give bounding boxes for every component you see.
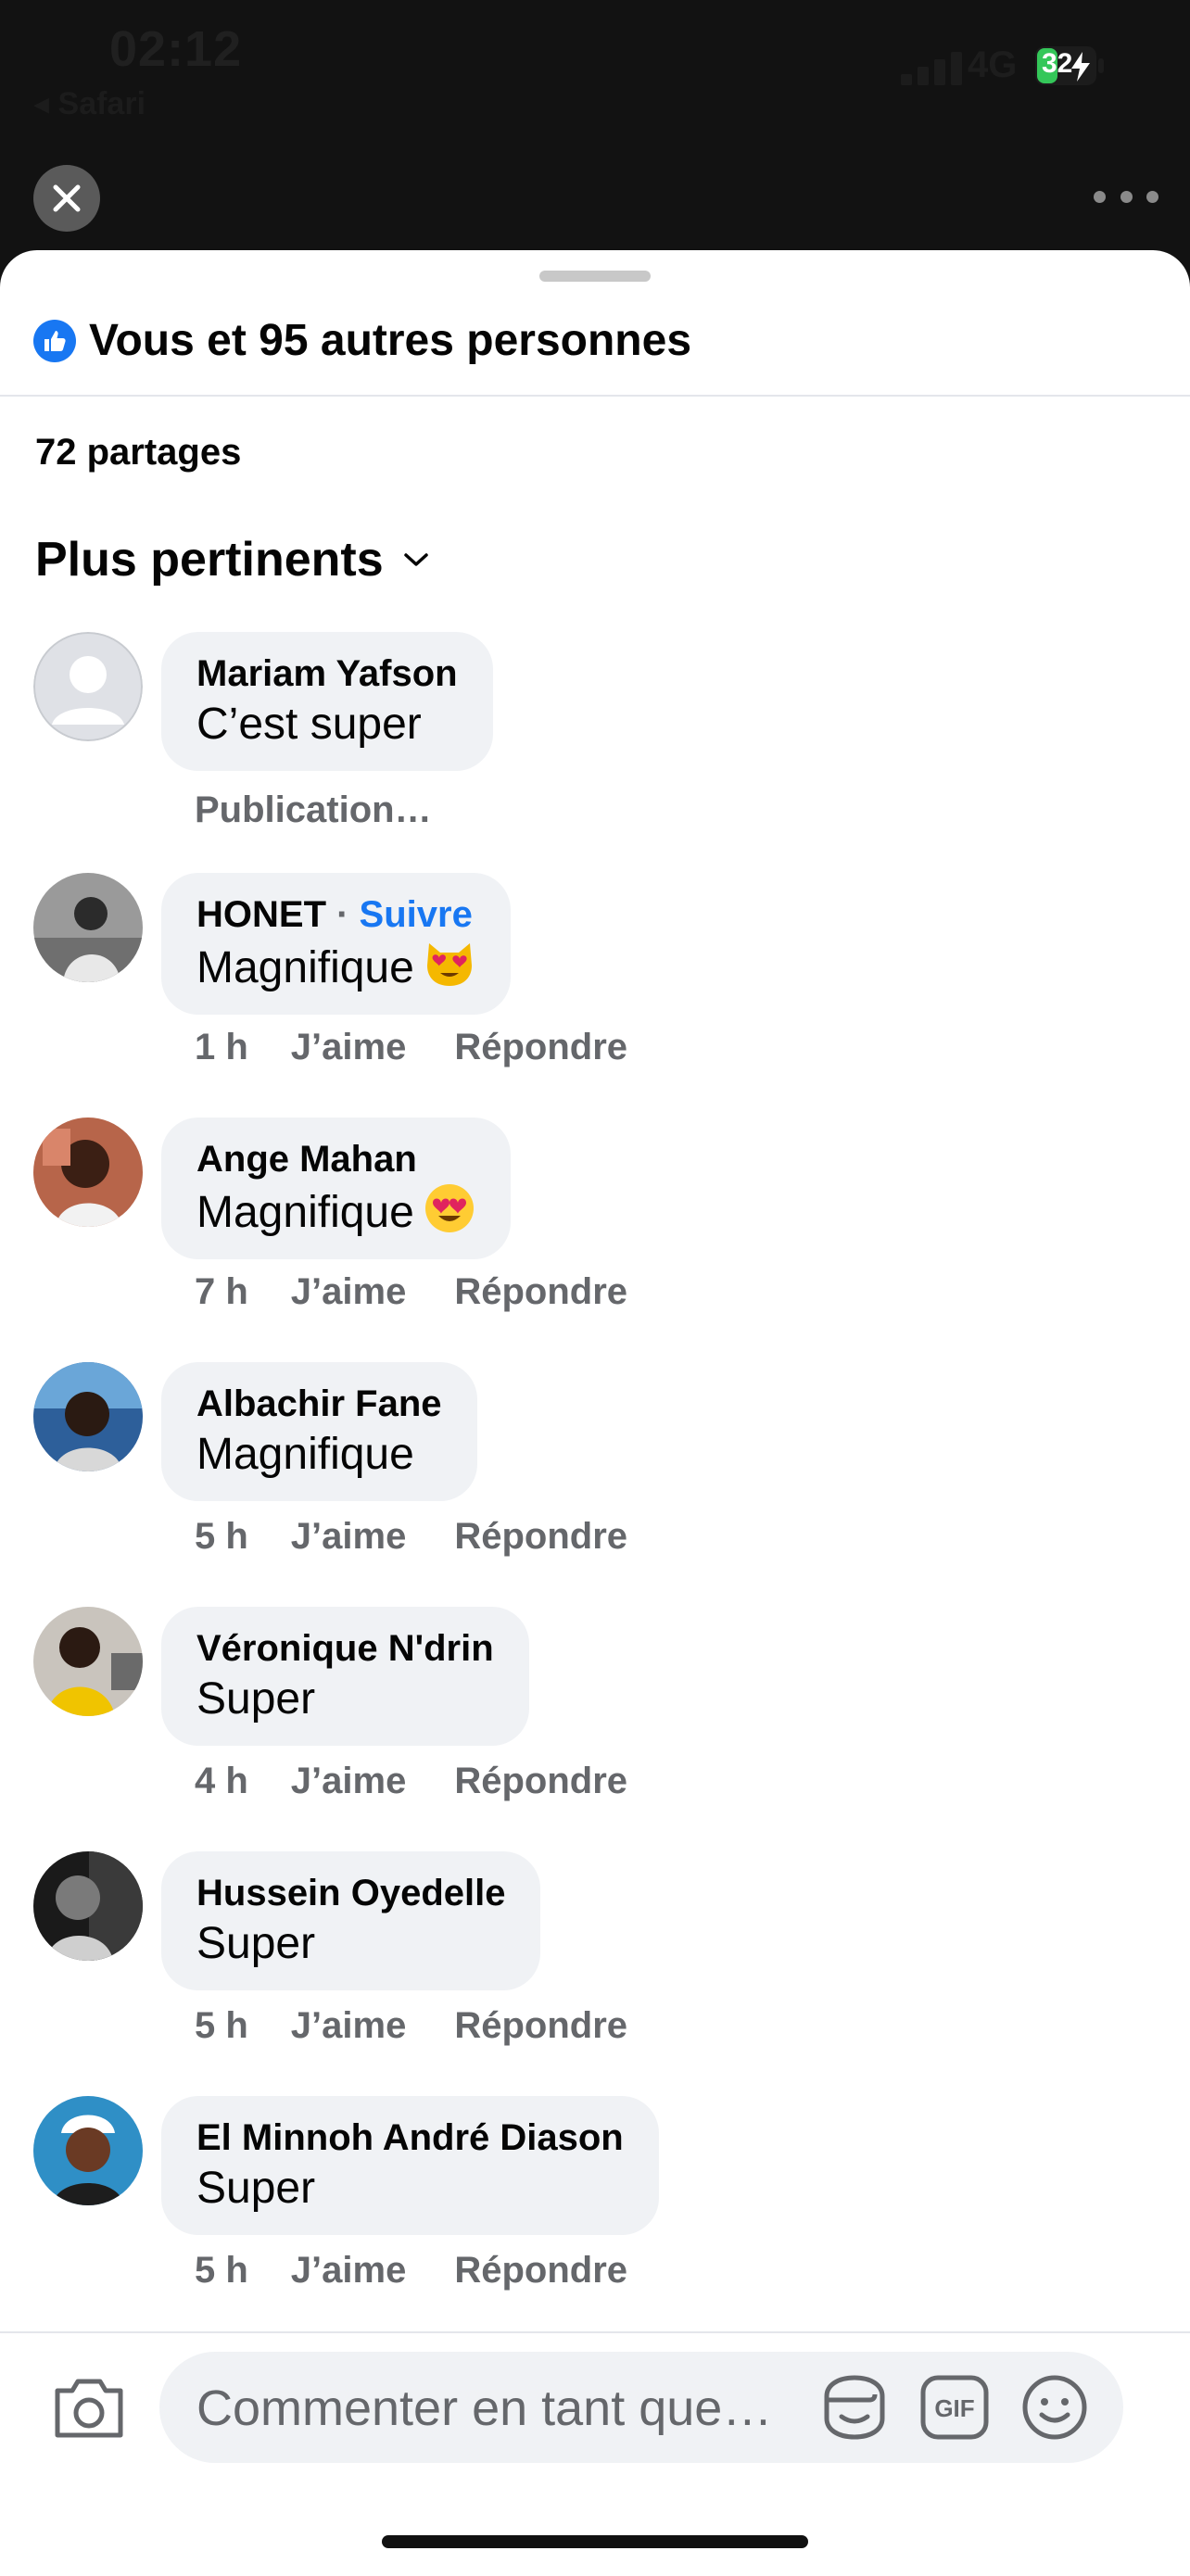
- name-separator: ·: [326, 894, 360, 935]
- reply-button[interactable]: Répondre: [454, 2005, 627, 2047]
- comment-meta: 4 h J’aime Répondre: [195, 1761, 676, 1802]
- sheet-drag-handle[interactable]: [539, 271, 651, 282]
- avatar[interactable]: [33, 1118, 143, 1227]
- comment-text: Super: [196, 2164, 316, 2213]
- reactions-count-text: Vous et 95 autres personnes: [89, 316, 692, 365]
- reply-button[interactable]: Répondre: [454, 1516, 627, 1558]
- heart-eyes-icon: [424, 1184, 474, 1232]
- battery-icon: 32: [1034, 44, 1108, 87]
- sticker-icon[interactable]: [817, 2370, 892, 2444]
- shares-count[interactable]: 72 partages: [35, 432, 241, 474]
- avatar[interactable]: [33, 2096, 143, 2205]
- emoji-icon[interactable]: [1018, 2370, 1092, 2444]
- sort-dropdown[interactable]: Plus pertinents: [35, 532, 430, 587]
- comment-meta: 1 h J’aime Répondre: [195, 1027, 676, 1068]
- comment-author[interactable]: Véronique N'drin: [196, 1625, 494, 1672]
- svg-text:GIF: GIF: [934, 2394, 974, 2422]
- status-time: 02:12: [109, 21, 243, 77]
- more-icon: [1094, 190, 1106, 203]
- comment-bubble[interactable]: Hussein Oyedelle Super: [161, 1851, 541, 1990]
- reply-button[interactable]: Répondre: [454, 2250, 627, 2292]
- comment-text: Magnifique: [196, 943, 414, 992]
- reactions-summary[interactable]: Vous et 95 autres personnes: [33, 315, 691, 366]
- like-button[interactable]: J’aime: [291, 1516, 407, 1558]
- avatar[interactable]: [33, 873, 143, 982]
- comment-author[interactable]: El Minnoh André Diason: [196, 2115, 624, 2161]
- reply-button[interactable]: Répondre: [454, 1271, 627, 1313]
- comment-author[interactable]: Albachir Fane: [196, 1381, 442, 1427]
- more-options-button[interactable]: [1094, 178, 1158, 215]
- comment-time: 4 h: [195, 1761, 248, 1801]
- comment-time: 7 h: [195, 1271, 248, 1312]
- network-type: 4G: [968, 44, 1018, 85]
- like-button[interactable]: J’aime: [291, 1271, 407, 1313]
- heart-eyes-cat-emoji-icon: [426, 943, 472, 986]
- reply-button[interactable]: Répondre: [454, 1761, 627, 1802]
- comment-text: C’est super: [196, 700, 422, 749]
- comment-author[interactable]: Ange Mahan: [196, 1136, 475, 1182]
- avatar[interactable]: [33, 1851, 143, 1961]
- camera-icon[interactable]: [52, 2372, 126, 2443]
- comment-input[interactable]: Commenter en tant que… GIF: [159, 2352, 1123, 2463]
- like-button[interactable]: J’aime: [291, 1027, 407, 1068]
- follow-link[interactable]: Suivre: [360, 894, 473, 935]
- comment-author[interactable]: Mariam Yafson: [196, 650, 458, 697]
- comment-bubble[interactable]: El Minnoh André Diason Super: [161, 2096, 659, 2235]
- status-bar: 02:12 ◂ Safari 4G 32: [0, 0, 1190, 139]
- comment-meta: 7 h J’aime Répondre: [195, 1271, 676, 1313]
- sort-label: Plus pertinents: [35, 533, 384, 587]
- like-button[interactable]: J’aime: [291, 2005, 407, 2047]
- comment-text: Super: [196, 1919, 316, 1968]
- reply-button[interactable]: Répondre: [454, 1027, 627, 1068]
- gif-icon[interactable]: GIF: [918, 2370, 992, 2444]
- like-icon: [33, 319, 76, 362]
- chevron-down-icon: [403, 553, 428, 566]
- comment-bubble[interactable]: Mariam Yafson C’est super: [161, 632, 493, 771]
- comment-author[interactable]: Hussein Oyedelle: [196, 1870, 505, 1916]
- comment-bubble[interactable]: Véronique N'drin Super: [161, 1607, 529, 1746]
- comment-bubble[interactable]: Albachir Fane Magnifique: [161, 1362, 477, 1501]
- home-indicator[interactable]: [382, 2535, 808, 2548]
- comment-meta: 5 h J’aime Répondre: [195, 1516, 676, 1558]
- comment-time: 1 h: [195, 1027, 248, 1067]
- comment-placeholder: Commenter en tant que…: [196, 2380, 773, 2436]
- comment-text: Magnifique: [196, 1188, 414, 1237]
- comment-author[interactable]: HONET: [196, 894, 326, 935]
- avatar[interactable]: [33, 632, 143, 741]
- like-button[interactable]: J’aime: [291, 1761, 407, 1802]
- comments-sheet: Vous et 95 autres personnes 72 partages …: [0, 250, 1190, 2574]
- comment-text: Magnifique: [196, 1430, 414, 1479]
- comment-time: 5 h: [195, 2005, 248, 2046]
- like-button[interactable]: J’aime: [291, 2250, 407, 2292]
- avatar[interactable]: [33, 1362, 143, 1471]
- comment-time: 5 h: [195, 1516, 248, 1557]
- comment-meta: Publication…: [195, 789, 480, 831]
- comment-bubble[interactable]: HONET · Suivre Magnifique: [161, 873, 511, 1015]
- comment-meta: 5 h J’aime Répondre: [195, 2005, 676, 2047]
- comment-time: 5 h: [195, 2250, 248, 2291]
- comment-meta: 5 h J’aime Répondre: [195, 2250, 676, 2292]
- avatar[interactable]: [33, 1607, 143, 1716]
- battery-level: 32: [1042, 48, 1073, 79]
- divider: [0, 395, 1190, 397]
- close-button[interactable]: [33, 165, 100, 232]
- publishing-status: Publication…: [195, 789, 432, 830]
- close-icon: [53, 184, 81, 212]
- back-to-safari-link[interactable]: ◂ Safari: [33, 85, 146, 122]
- comment-bubble[interactable]: Ange Mahan Magnifique: [161, 1118, 511, 1259]
- comment-text: Super: [196, 1674, 316, 1724]
